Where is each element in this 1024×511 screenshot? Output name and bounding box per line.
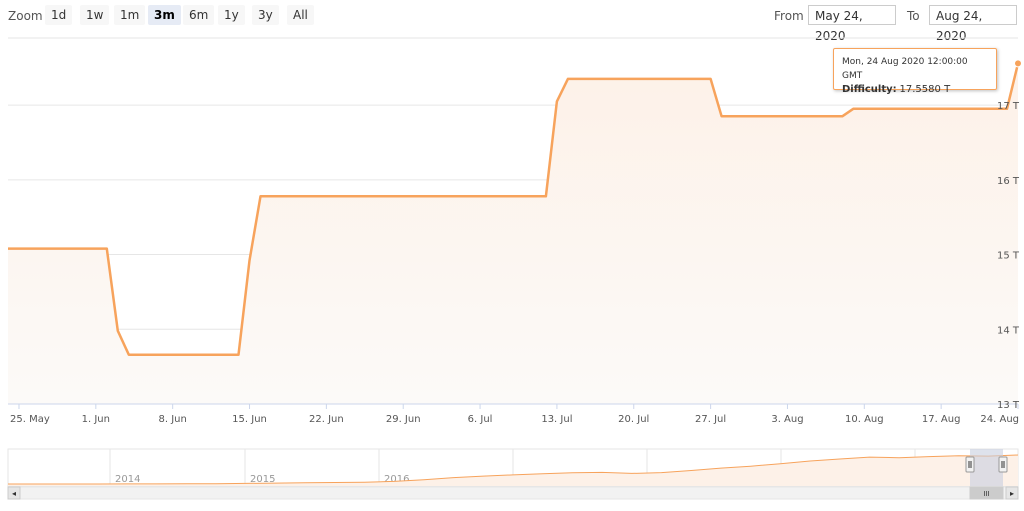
scrollbar-track[interactable]	[7, 486, 1019, 500]
y-tick-label: 13 T	[997, 400, 1020, 411]
x-tick-label: 25. May	[10, 414, 50, 425]
tooltip-series-name: Difficulty	[842, 84, 893, 95]
x-tick-label: 29. Jun	[386, 414, 421, 425]
x-tick-label: 6. Jul	[468, 414, 493, 425]
x-tick-label: 17. Aug	[922, 414, 961, 425]
difficulty-area	[8, 63, 1018, 405]
navigator-year-label: 2014	[115, 474, 140, 485]
x-tick-label: 1. Jun	[82, 414, 110, 425]
navigator-selected-range[interactable]	[970, 449, 1003, 486]
x-tick-label: 10. Aug	[845, 414, 884, 425]
x-tick-label: 8. Jun	[158, 414, 186, 425]
tooltip-value: 17.5580 T	[899, 84, 951, 95]
y-tick-label: 16 T	[997, 176, 1020, 187]
navigator-scrollbar[interactable]: ◂ III ▸	[7, 486, 1019, 500]
navigator[interactable]: 2014201520162017201820192020	[7, 448, 1019, 487]
grip-icon: III	[983, 490, 989, 498]
navigator-right-handle[interactable]	[998, 456, 1008, 473]
chevron-right-icon: ▸	[1010, 489, 1014, 498]
hover-point-marker[interactable]	[1014, 59, 1022, 68]
tooltip-date: Mon, 24 Aug 2020 12:00:00 GMT	[842, 57, 968, 81]
y-tick-label: 14 T	[997, 325, 1020, 336]
x-tick-label: 15. Jun	[232, 414, 267, 425]
x-tick-label: 20. Jul	[618, 414, 649, 425]
handle-body	[965, 456, 975, 473]
navigator-left-handle[interactable]	[965, 456, 975, 473]
x-tick-label: 27. Jul	[695, 414, 726, 425]
x-tick-label: 13. Jul	[541, 414, 572, 425]
y-tick-label: 15 T	[997, 251, 1020, 262]
y-tick-label: 17 T	[997, 101, 1020, 112]
chevron-left-icon: ◂	[12, 489, 16, 498]
tooltip: Mon, 24 Aug 2020 12:00:00 GMT Difficulty…	[833, 48, 997, 95]
x-tick-label: 22. Jun	[309, 414, 344, 425]
x-tick-label: 24. Aug	[980, 414, 1019, 425]
x-tick-label: 3. Aug	[771, 414, 803, 425]
handle-body	[998, 456, 1008, 473]
tooltip-value-row: Difficulty: 17.5580 T	[842, 84, 951, 95]
x-axis-ticks: 25. May 1. Jun 8. Jun 15. Jun 22. Jun 29. Jun…	[10, 404, 1019, 425]
